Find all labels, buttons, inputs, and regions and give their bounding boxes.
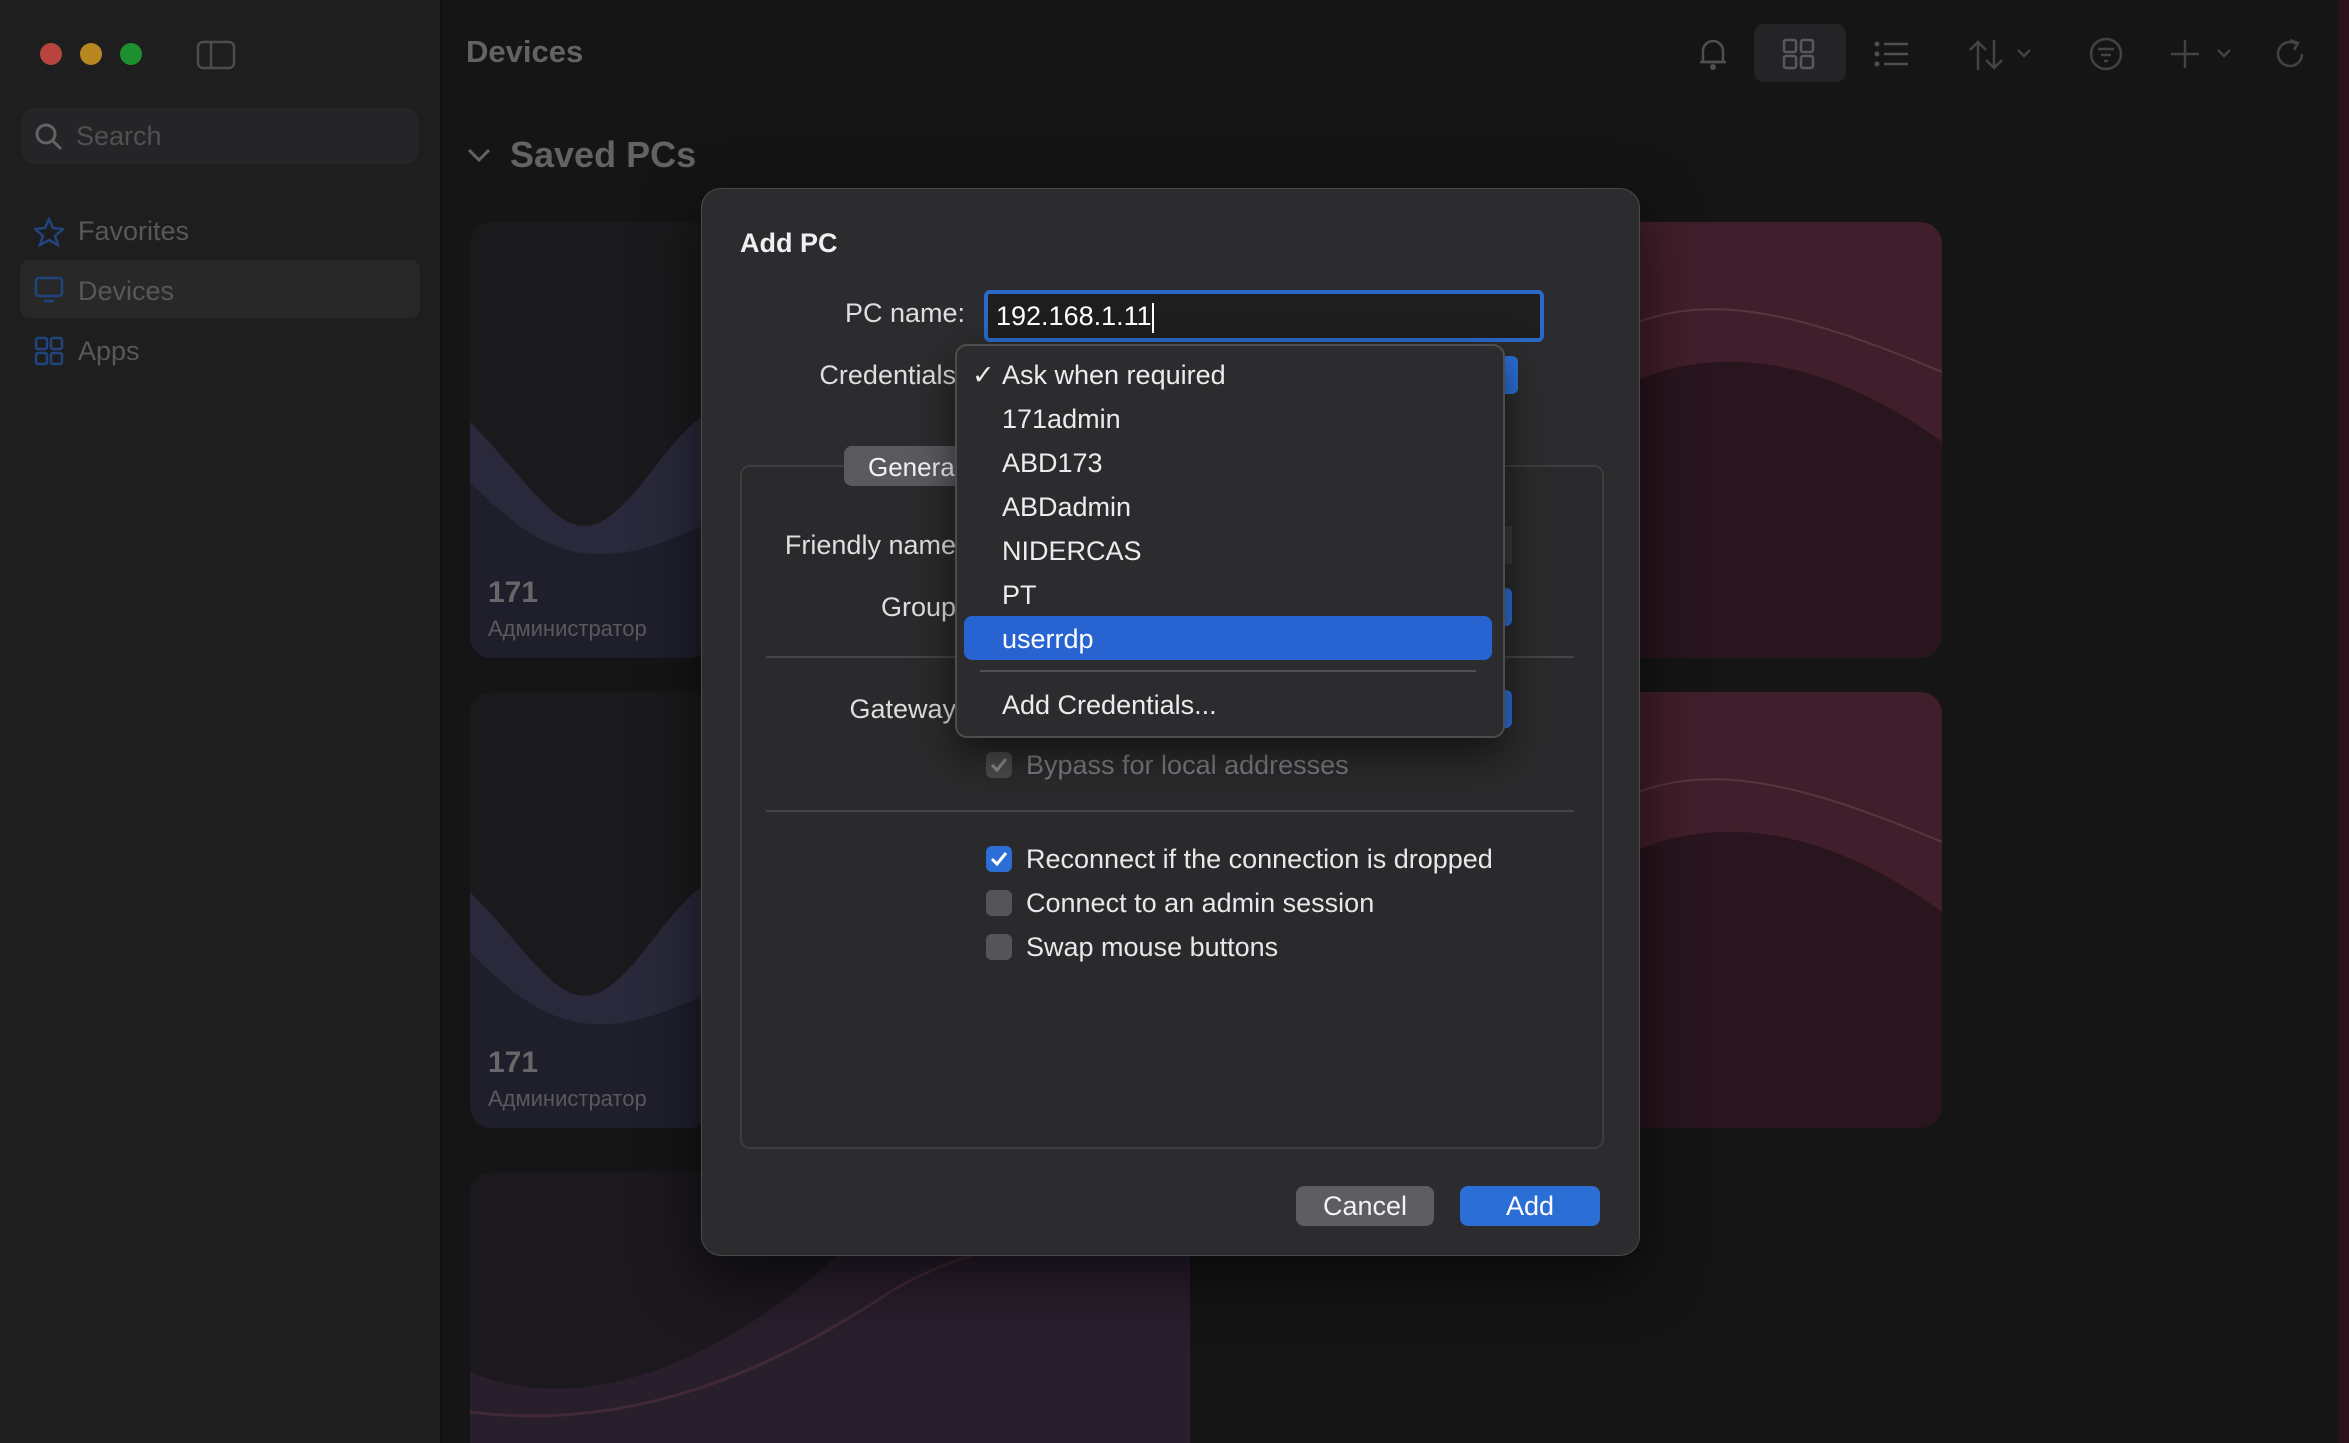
menu-item-pt[interactable]: PT [1002,580,1037,611]
pc-name-value: 192.168.1.11 [996,301,1152,331]
dialog-title: Add PC [740,228,838,258]
pc-name-input[interactable]: 192.168.1.11 [984,290,1544,342]
swap-mouse-checkbox[interactable] [986,934,1012,960]
reconnect-checkbox[interactable] [986,846,1012,872]
menu-item-ask-when-required[interactable]: Ask when required [1002,360,1226,391]
credentials-label: Credentials [819,360,956,390]
menu-item-abd173[interactable]: ABD173 [1002,448,1103,479]
swap-mouse-label: Swap mouse buttons [1026,932,1279,962]
reconnect-label: Reconnect if the connection is dropped [1026,844,1493,874]
menu-divider [980,670,1476,672]
group-label: Group [880,592,956,622]
divider [766,810,1574,812]
menu-item-add-credentials[interactable]: Add Credentials... [1002,690,1217,721]
bypass-label: Bypass for local addresses [1026,750,1349,780]
menu-item-171admin[interactable]: 171admin [1002,404,1121,435]
gateway-label: Gateway [849,694,956,724]
add-button[interactable]: Add [1460,1186,1600,1226]
menu-item-userrdp[interactable]: userrdp [1002,624,1094,655]
bypass-checkbox[interactable] [986,752,1012,778]
menu-item-abdadmin[interactable]: ABDadmin [1002,492,1131,523]
friendly-name-label: Friendly name [784,530,956,560]
menu-item-nidercas[interactable]: NIDERCAS [1002,536,1142,567]
checkmark-icon: ✓ [972,360,995,390]
cancel-button[interactable]: Cancel [1296,1186,1434,1226]
admin-session-label: Connect to an admin session [1026,888,1375,918]
text-cursor [1151,302,1154,333]
admin-session-checkbox[interactable] [986,890,1012,916]
pc-name-label: PC name: [844,298,965,328]
tab-general-label: Genera [868,452,955,482]
